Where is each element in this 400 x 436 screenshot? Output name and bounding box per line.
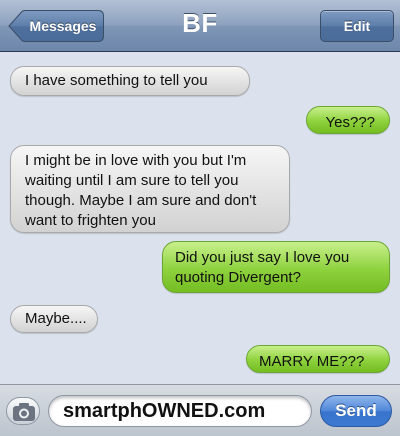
- message-bubble-incoming: Maybe....: [6, 305, 98, 333]
- edit-button[interactable]: Edit: [320, 10, 394, 42]
- camera-icon: [13, 403, 35, 421]
- message-bubble-outgoing: MARRY ME???: [246, 345, 394, 373]
- composer-bar: smartphOWNED.com Send: [0, 384, 400, 436]
- message-bubble-outgoing: Yes???: [306, 106, 394, 134]
- send-button[interactable]: Send: [320, 395, 392, 427]
- message-bubble-incoming: I might be in love with you but I'm wait…: [6, 145, 290, 233]
- message-input[interactable]: smartphOWNED.com: [48, 395, 312, 427]
- message-bubble-incoming: I have something to tell you: [6, 66, 250, 96]
- message-bubble-outgoing: Did you just say I love you quoting Dive…: [162, 241, 394, 293]
- navigation-bar: Messages BF Edit: [0, 0, 400, 52]
- camera-button[interactable]: [6, 397, 40, 425]
- message-thread: I have something to tell you Yes??? I mi…: [0, 52, 400, 384]
